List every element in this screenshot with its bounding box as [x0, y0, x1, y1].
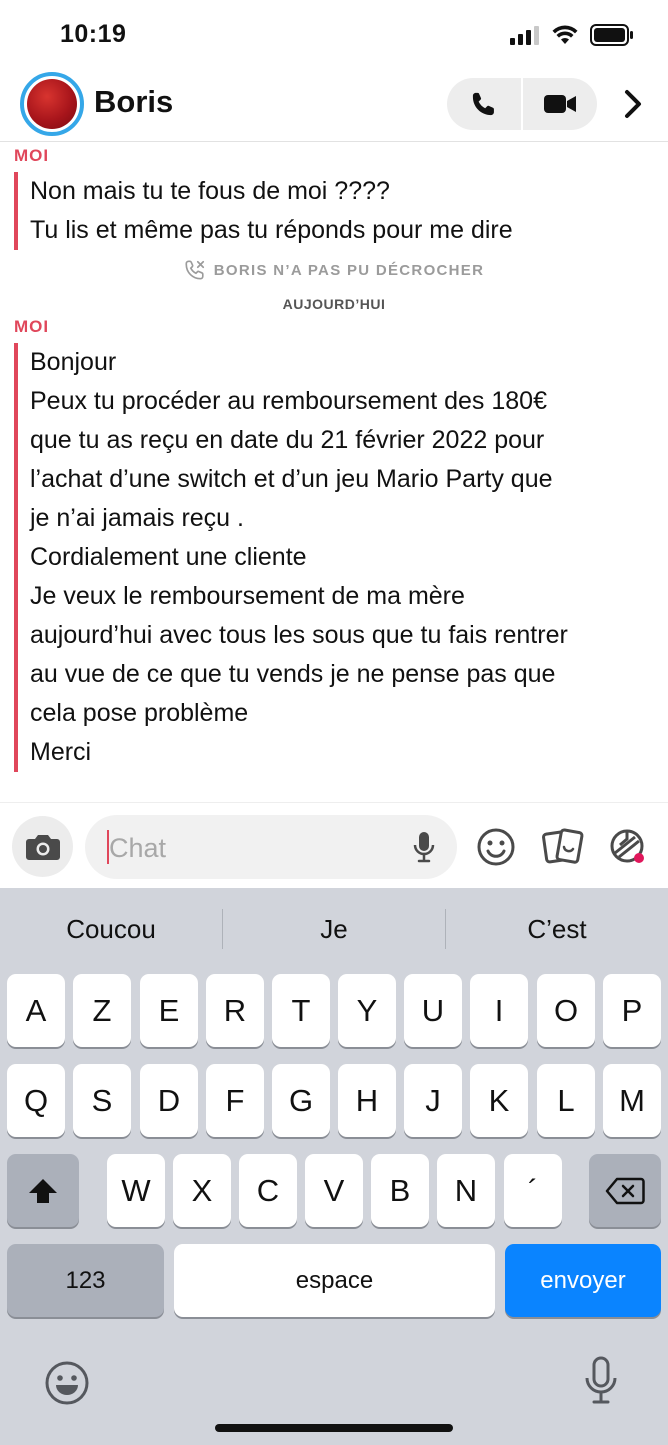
key-w[interactable]: W — [107, 1154, 165, 1227]
key-o[interactable]: O — [537, 974, 595, 1047]
key-y[interactable]: Y — [338, 974, 396, 1047]
key-p[interactable]: P — [603, 974, 661, 1047]
video-call-button[interactable] — [523, 78, 597, 130]
message-bubble[interactable]: Bonjour Peux tu procéder au remboursemen… — [14, 343, 568, 772]
key-v[interactable]: V — [305, 1154, 363, 1227]
status-icons — [510, 24, 634, 46]
keyboard: Coucou Je C’est A Z E R T Y U I O P Q S … — [0, 888, 668, 1445]
key-e[interactable]: E — [140, 974, 198, 1047]
message-line: au vue de ce que tu vends je ne pense pa… — [30, 660, 556, 688]
contact-name[interactable]: Boris — [94, 84, 173, 120]
send-key[interactable]: envoyer — [505, 1244, 661, 1317]
chat-placeholder: Chat — [109, 833, 167, 863]
chat-input[interactable]: Chat — [85, 815, 457, 879]
key-n[interactable]: N — [437, 1154, 495, 1227]
key-s[interactable]: S — [73, 1064, 131, 1137]
suggestion-item[interactable]: Coucou — [0, 914, 222, 945]
key-f[interactable]: F — [206, 1064, 264, 1137]
stickers-icon[interactable] — [542, 827, 584, 867]
key-c[interactable]: C — [239, 1154, 297, 1227]
message-composer: Chat — [0, 802, 668, 888]
chat-header: Boris — [0, 70, 668, 142]
message-line: Tu lis et même pas tu réponds pour me di… — [30, 216, 513, 244]
camera-button[interactable] — [12, 816, 73, 877]
microphone-icon[interactable] — [413, 831, 435, 863]
suggestion-bar: Coucou Je C’est — [0, 888, 668, 970]
message-line: Bonjour — [30, 348, 117, 376]
message-line: je n’ai jamais reçu . — [30, 504, 244, 532]
emoji-keyboard-icon[interactable] — [44, 1360, 90, 1406]
key-q[interactable]: Q — [7, 1064, 65, 1137]
key-d[interactable]: D — [140, 1064, 198, 1137]
missed-call-text: BORIS N’A PAS PU DÉCROCHER — [213, 261, 485, 279]
chevron-right-icon — [625, 90, 641, 118]
shift-icon — [29, 1178, 57, 1203]
phone-icon — [472, 92, 494, 116]
home-indicator[interactable] — [215, 1424, 453, 1432]
message-line: Non mais tu te fous de moi ???? — [30, 177, 390, 205]
profile-chevron-button[interactable] — [616, 84, 650, 124]
suggestion-item[interactable]: C’est — [446, 914, 668, 945]
key-a[interactable]: A — [7, 974, 65, 1047]
message-line: Cordialement une cliente — [30, 543, 307, 571]
games-icon[interactable] — [608, 827, 648, 867]
key-r[interactable]: R — [206, 974, 264, 1047]
key-i[interactable]: I — [470, 974, 528, 1047]
message-line: Merci — [30, 738, 92, 766]
missed-call-notice[interactable]: BORIS N’A PAS PU DÉCROCHER — [0, 258, 668, 282]
backspace-key[interactable] — [589, 1154, 661, 1227]
key-k[interactable]: K — [470, 1064, 528, 1137]
missed-call-icon — [185, 260, 204, 280]
message-line: Peux tu procéder au remboursement des 18… — [30, 387, 547, 415]
message-line: l’achat d’une switch et d’un jeu Mario P… — [30, 465, 553, 493]
key-u[interactable]: U — [404, 974, 462, 1047]
key-accent[interactable]: ´ — [504, 1154, 562, 1227]
key-t[interactable]: T — [272, 974, 330, 1047]
backspace-icon — [605, 1177, 645, 1204]
voice-call-button[interactable] — [447, 78, 521, 130]
message-line: cela pose problème — [30, 699, 249, 727]
date-separator: AUJOURD’HUI — [282, 296, 386, 312]
signal-icon — [510, 26, 539, 45]
shift-key[interactable] — [7, 1154, 79, 1227]
key-x[interactable]: X — [173, 1154, 231, 1227]
key-l[interactable]: L — [537, 1064, 595, 1137]
avatar[interactable] — [20, 72, 84, 136]
video-camera-icon — [543, 95, 576, 113]
key-j[interactable]: J — [404, 1064, 462, 1137]
status-time: 10:19 — [60, 20, 127, 48]
message-bubble[interactable]: Non mais tu te fous de moi ???? Tu lis e… — [14, 172, 513, 250]
key-b[interactable]: B — [371, 1154, 429, 1227]
dictation-mic-icon[interactable] — [584, 1356, 618, 1406]
battery-icon — [590, 24, 633, 46]
wifi-icon — [552, 25, 578, 44]
key-g[interactable]: G — [272, 1064, 330, 1137]
camera-icon — [25, 834, 60, 860]
message-sender: MOI — [14, 317, 50, 336]
avatar-image — [27, 79, 77, 129]
message-line: aujourd’hui avec tous les sous que tu fa… — [30, 621, 568, 649]
key-m[interactable]: M — [603, 1064, 661, 1137]
call-buttons — [447, 78, 597, 130]
key-h[interactable]: H — [338, 1064, 396, 1137]
numbers-key[interactable]: 123 — [7, 1244, 164, 1317]
status-bar: 10:19 — [0, 0, 668, 70]
message-line: Je veux le remboursement de ma mère — [30, 582, 465, 610]
space-key[interactable]: espace — [174, 1244, 495, 1317]
suggestion-item[interactable]: Je — [223, 914, 445, 945]
key-z[interactable]: Z — [73, 974, 131, 1047]
message-sender: MOI — [14, 146, 50, 165]
message-line: que tu as reçu en date du 21 février 202… — [30, 426, 545, 454]
emoji-icon[interactable] — [476, 827, 516, 867]
